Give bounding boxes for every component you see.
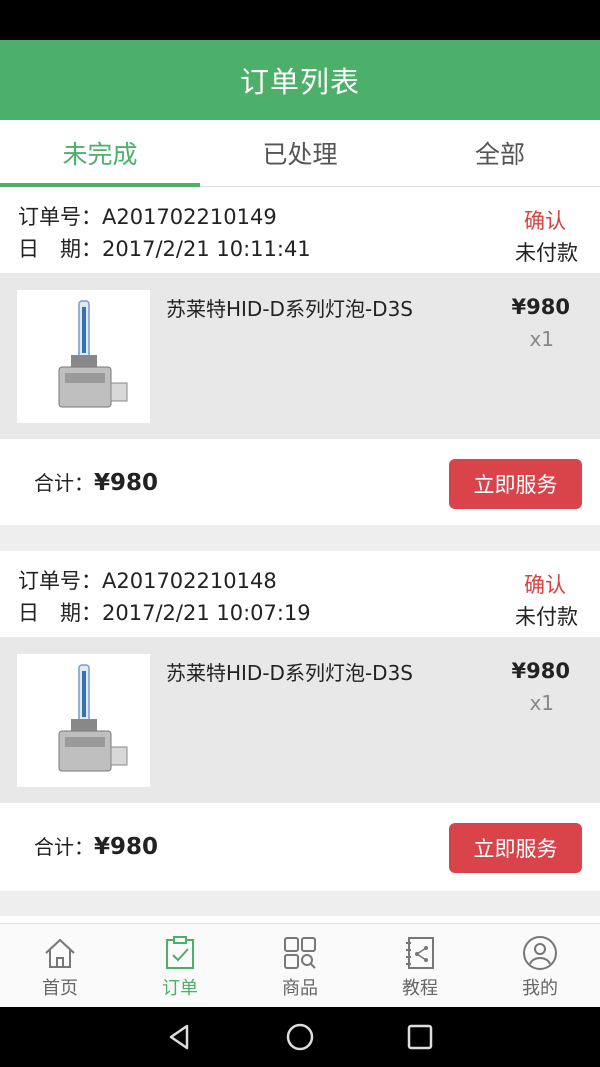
nav-label: 订单 xyxy=(162,978,198,999)
item-price: ¥980 xyxy=(511,659,570,683)
product-name: 苏莱特HID-D系列灯泡-D3S xyxy=(166,661,413,685)
order-icon xyxy=(166,936,194,969)
nav-label: 首页 xyxy=(42,978,78,999)
total-amount: ¥980 xyxy=(94,834,159,860)
order-item[interactable]: 苏莱特HID-D系列灯泡-D3S ¥980 x1 xyxy=(0,637,600,803)
order-footer: 合计：¥980 立即服务 xyxy=(0,439,600,525)
nav-orders[interactable]: 订单 xyxy=(120,924,240,1007)
order-number: 订单号：A201702210148 xyxy=(18,569,277,593)
tab-unfinished[interactable]: 未完成 xyxy=(0,120,200,187)
nav-tutorials[interactable]: 教程 xyxy=(360,924,480,1007)
item-price: ¥980 xyxy=(511,295,570,319)
item-quantity: x1 xyxy=(529,691,554,715)
product-name: 苏莱特HID-D系列灯泡-D3S xyxy=(166,297,413,321)
payment-status: 未付款 xyxy=(515,241,578,265)
confirm-link[interactable]: 确认 xyxy=(524,205,566,235)
home-icon xyxy=(45,938,75,968)
order-date: 日 期：2017/2/21 10:07:19 xyxy=(18,601,311,625)
product-image xyxy=(17,290,150,423)
confirm-link[interactable]: 确认 xyxy=(524,569,566,599)
nav-label: 商品 xyxy=(282,978,318,999)
item-quantity: x1 xyxy=(529,327,554,351)
nav-products[interactable]: 商品 xyxy=(240,924,360,1007)
order-date: 日 期：2017/2/21 10:11:41 xyxy=(18,237,311,261)
total-label: 合计： xyxy=(34,471,94,495)
status-bar xyxy=(0,0,600,40)
bulb-icon xyxy=(58,299,127,407)
nav-home[interactable]: 首页 xyxy=(0,924,120,1007)
recents-icon[interactable] xyxy=(405,1022,435,1052)
order-footer: 合计：¥980 立即服务 xyxy=(0,803,600,889)
tab-all[interactable]: 全部 xyxy=(400,120,600,186)
order-card[interactable]: 订单号：A201702210149 日 期：2017/2/21 10:11:41… xyxy=(0,187,600,525)
nav-label: 教程 xyxy=(402,978,438,999)
product-image xyxy=(17,654,150,787)
tutorial-icon xyxy=(406,937,434,969)
order-number: 订单号：A201702210149 xyxy=(18,205,277,229)
nav-profile[interactable]: 我的 xyxy=(480,924,600,1007)
app-header: 订单列表 xyxy=(0,40,600,120)
order-card[interactable]: 订单号：A201702210148 日 期：2017/2/21 10:07:19… xyxy=(0,551,600,891)
payment-status: 未付款 xyxy=(515,605,578,629)
nav-label: 我的 xyxy=(522,978,558,999)
back-icon[interactable] xyxy=(165,1022,195,1052)
profile-icon xyxy=(523,936,557,970)
order-header: 订单号：A201702210149 日 期：2017/2/21 10:11:41… xyxy=(0,187,600,273)
order-total: 合计：¥980 xyxy=(34,831,158,860)
total-label: 合计： xyxy=(34,835,94,859)
serve-now-button[interactable]: 立即服务 xyxy=(449,459,582,509)
order-tabs: 未完成 已处理 全部 xyxy=(0,120,600,187)
home-circle-icon[interactable] xyxy=(285,1022,315,1052)
page-title: 订单列表 xyxy=(239,65,360,99)
products-icon xyxy=(284,937,316,969)
bottom-nav: 首页 订单 商品 教程 我的 xyxy=(0,923,600,1007)
system-nav-bar xyxy=(0,1007,600,1067)
tab-processed[interactable]: 已处理 xyxy=(200,120,400,186)
order-total: 合计：¥980 xyxy=(34,467,158,496)
bulb-icon xyxy=(58,663,127,771)
serve-now-button[interactable]: 立即服务 xyxy=(449,823,582,873)
order-header: 订单号：A201702210148 日 期：2017/2/21 10:07:19… xyxy=(0,551,600,637)
total-amount: ¥980 xyxy=(94,470,159,496)
order-item[interactable]: 苏莱特HID-D系列灯泡-D3S ¥980 x1 xyxy=(0,273,600,439)
